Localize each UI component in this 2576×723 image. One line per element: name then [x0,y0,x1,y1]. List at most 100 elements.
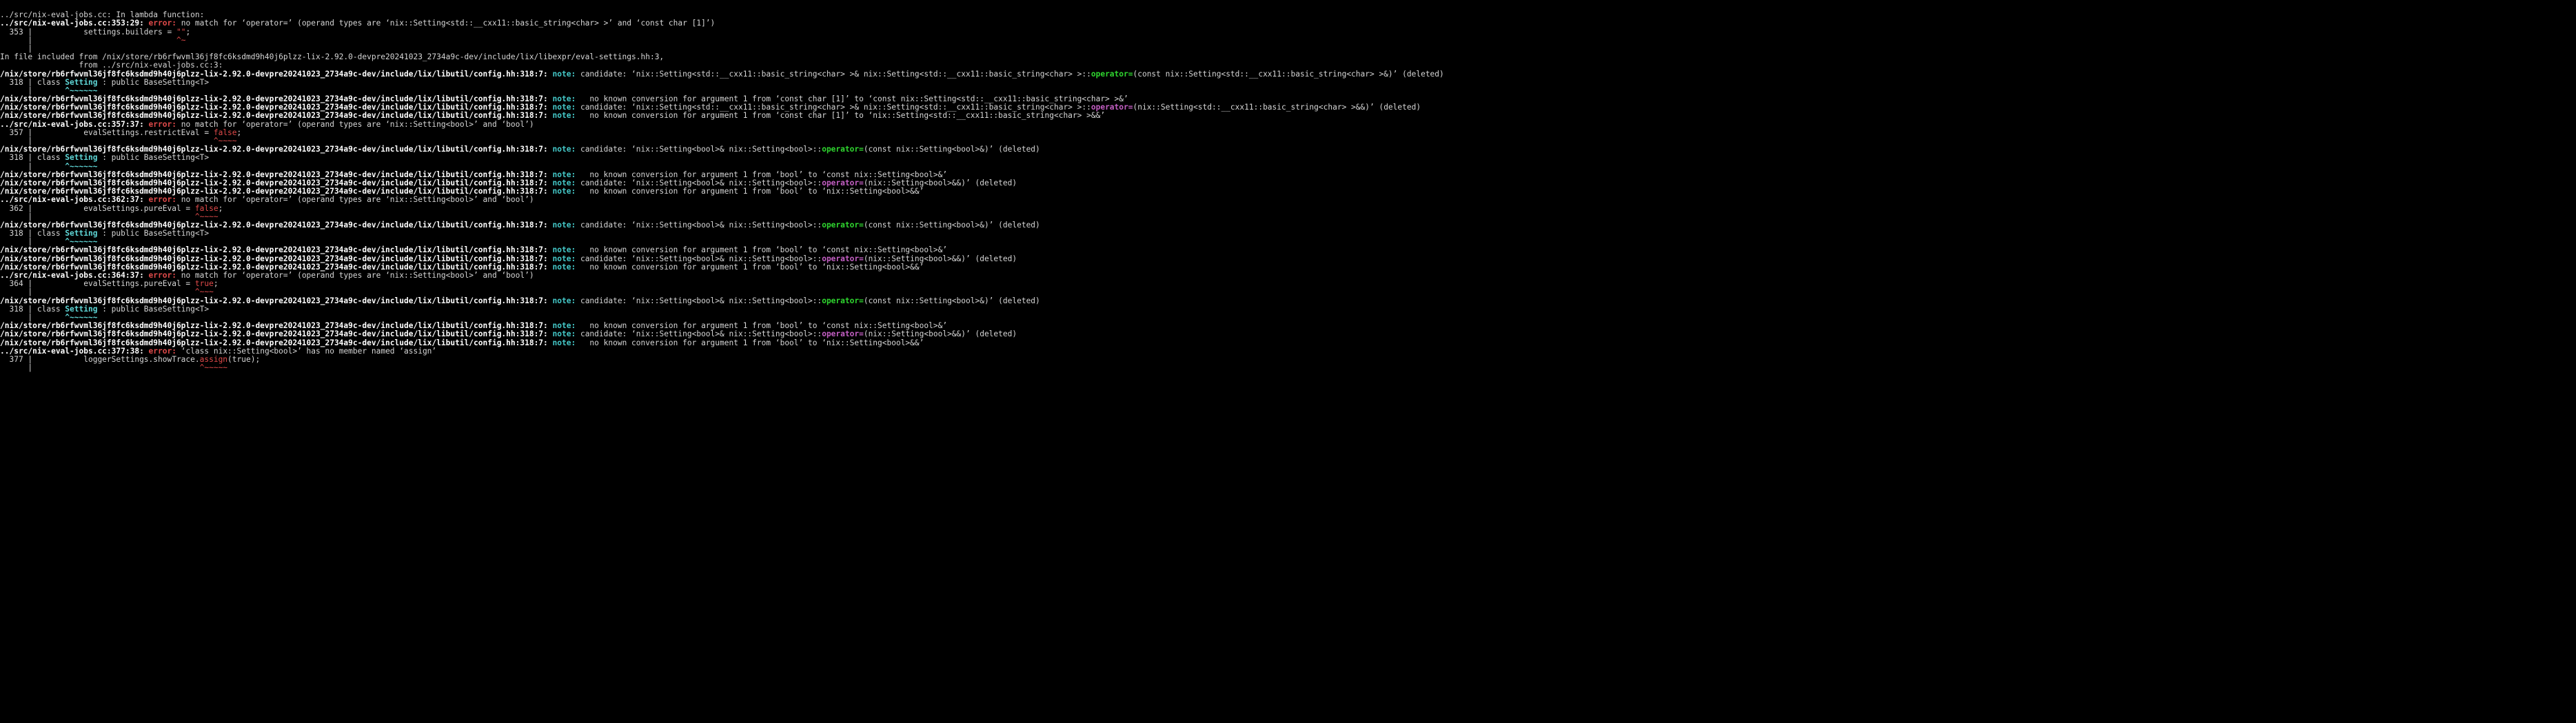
terminal-span: operator= [822,254,864,263]
terminal-span: candidate: ‘nix::Setting<std::__cxx11::b… [580,103,1091,112]
terminal-line: ../src/nix-eval-jobs.cc:377:38: error: ‘… [0,347,2576,356]
terminal-span: (const nix::Setting<std::__cxx11::basic_… [1133,69,1444,79]
terminal-span: (nix::Setting<bool>&&)’ (deleted) [863,178,1017,187]
terminal-span: | [0,237,65,247]
terminal-output-pane[interactable]: ../src/nix-eval-jobs.cc: In lambda funct… [0,0,2576,723]
terminal-span: note: [552,262,580,272]
terminal-span: no match for ‘operator=’ (operand types … [181,195,534,205]
terminal-span: candidate: ‘nix::Setting<bool>& nix::Set… [580,145,822,154]
terminal-span: no known conversion for argument 1 from … [580,170,948,179]
terminal-span: false [213,128,237,137]
terminal-span: no known conversion for argument 1 from … [580,321,948,331]
terminal-span: ../src/nix-eval-jobs.cc: In lambda funct… [0,10,205,20]
terminal-span: ; [213,279,219,289]
terminal-span: operator= [1091,103,1133,112]
terminal-span: ; [218,203,223,213]
terminal-span: ^~ [176,35,186,45]
terminal-line: ../src/nix-eval-jobs.cc:362:37: error: n… [0,196,2576,204]
terminal-span: ^~~~~~~ [65,161,98,171]
terminal-span: (nix::Setting<bool>&&)’ (deleted) [863,329,1017,339]
terminal-line: 362 | evalSettings.pureEval = false; [0,203,2576,213]
terminal-span: 377 | loggerSettings.showTrace. [0,354,200,364]
terminal-span: note: [552,296,580,305]
terminal-span: (nix::Setting<bool>&&)’ (deleted) [863,254,1017,263]
terminal-span: note: [552,245,580,255]
terminal-span: note: [552,103,580,112]
terminal-span: ../src/nix-eval-jobs.cc:357:37: [0,119,149,129]
terminal-line: 318 | class Setting : public BaseSetting… [0,305,2576,314]
terminal-span: Setting [65,153,98,163]
terminal-span: | [0,161,65,171]
terminal-span: error: [148,271,181,280]
terminal-span: (const nix::Setting<bool>&)’ (deleted) [863,145,1040,154]
terminal-span: /nix/store/rb6rfwvml36jf8fc6ksdmd9h40j6p… [0,145,553,154]
terminal-span: /nix/store/rb6rfwvml36jf8fc6ksdmd9h40j6p… [0,94,553,104]
terminal-line: In file included from /nix/store/rb6rfwv… [0,53,2576,61]
terminal-span: operator= [822,296,864,305]
terminal-line: 364 | evalSettings.pureEval = true; [0,280,2576,288]
terminal-span: note: [552,94,580,104]
terminal-span: no known conversion for argument 1 from … [580,245,948,255]
terminal-span: ^~~~~ [194,212,219,221]
terminal-span: operator= [822,329,864,339]
terminal-span: candidate: ‘nix::Setting<bool>& nix::Set… [580,254,822,263]
terminal-span: candidate: ‘nix::Setting<bool>& nix::Set… [580,296,822,305]
terminal-span: Setting [65,77,98,87]
terminal-span: 318 | class [0,77,65,87]
terminal-span: ^~~~~~~ [65,85,98,95]
terminal-span: note: [552,145,580,154]
terminal-span: : public BaseSetting<T> [97,77,210,87]
terminal-span: | [0,85,65,95]
terminal-span: (const nix::Setting<bool>&)’ (deleted) [863,220,1040,230]
terminal-span: : public BaseSetting<T> [97,304,210,314]
terminal-span: from ../src/nix-eval-jobs.cc:3: [0,61,223,70]
terminal-span: /nix/store/rb6rfwvml36jf8fc6ksdmd9h40j6p… [0,296,553,305]
terminal-span: no match for ‘operator=’ (operand types … [181,119,534,129]
terminal-line: 353 | settings.builders = ""; [0,28,2576,37]
terminal-span: In file included from /nix/store/rb6rfwv… [0,52,665,62]
terminal-line: | ^~ [0,35,2576,45]
terminal-line: | ^~~~~~ [0,363,2576,373]
terminal-span: /nix/store/rb6rfwvml36jf8fc6ksdmd9h40j6p… [0,111,553,121]
terminal-span: ; [185,27,191,37]
terminal-span: /nix/store/rb6rfwvml36jf8fc6ksdmd9h40j6p… [0,220,553,230]
terminal-span: 318 | class [0,229,65,238]
terminal-span: 357 | evalSettings.restrictEval = [0,128,214,137]
terminal-span: note: [552,254,580,263]
terminal-span: (true); [227,354,261,364]
terminal-span: ^~~~~~~ [65,312,98,322]
terminal-span: | [0,136,214,145]
terminal-span: ^~~~ [194,287,214,297]
terminal-line: ../src/nix-eval-jobs.cc:364:37: error: n… [0,271,2576,280]
terminal-span: /nix/store/rb6rfwvml36jf8fc6ksdmd9h40j6p… [0,245,553,255]
terminal-span: | [0,43,33,53]
terminal-span: /nix/store/rb6rfwvml36jf8fc6ksdmd9h40j6p… [0,187,553,196]
terminal-span: | [0,35,176,45]
terminal-line: 357 | evalSettings.restrictEval = false; [0,128,2576,137]
terminal-line: 318 | class Setting : public BaseSetting… [0,77,2576,87]
terminal-span: | [0,363,200,373]
terminal-span: no known conversion for argument 1 from … [580,94,1128,104]
terminal-span: | [0,312,65,322]
terminal-span: note: [552,220,580,230]
terminal-span: Setting [65,304,98,314]
terminal-span: ‘class nix::Setting<bool>’ has no member… [181,346,437,356]
terminal-span: note: [552,321,580,331]
terminal-span: (nix::Setting<std::__cxx11::basic_string… [1133,103,1421,112]
terminal-span: 353 | settings.builders = [0,27,176,37]
terminal-line: ../src/nix-eval-jobs.cc:357:37: error: n… [0,119,2576,129]
terminal-span: operator= [1091,69,1133,79]
terminal-span: assign [199,354,228,364]
terminal-span: Setting [65,229,98,238]
terminal-line: /nix/store/rb6rfwvml36jf8fc6ksdmd9h40j6p… [0,145,2576,154]
terminal-span: ../src/nix-eval-jobs.cc:353:29: [0,19,149,28]
terminal-span: /nix/store/rb6rfwvml36jf8fc6ksdmd9h40j6p… [0,103,553,112]
terminal-span: 318 | class [0,304,65,314]
terminal-line: /nix/store/rb6rfwvml36jf8fc6ksdmd9h40j6p… [0,221,2576,230]
terminal-span: ^~~~~~~ [65,237,98,247]
terminal-span: note: [552,178,580,187]
terminal-span: /nix/store/rb6rfwvml36jf8fc6ksdmd9h40j6p… [0,170,553,179]
terminal-span: no match for ‘operator=’ (operand types … [181,19,716,28]
terminal-span: 364 | evalSettings.pureEval = [0,279,195,289]
